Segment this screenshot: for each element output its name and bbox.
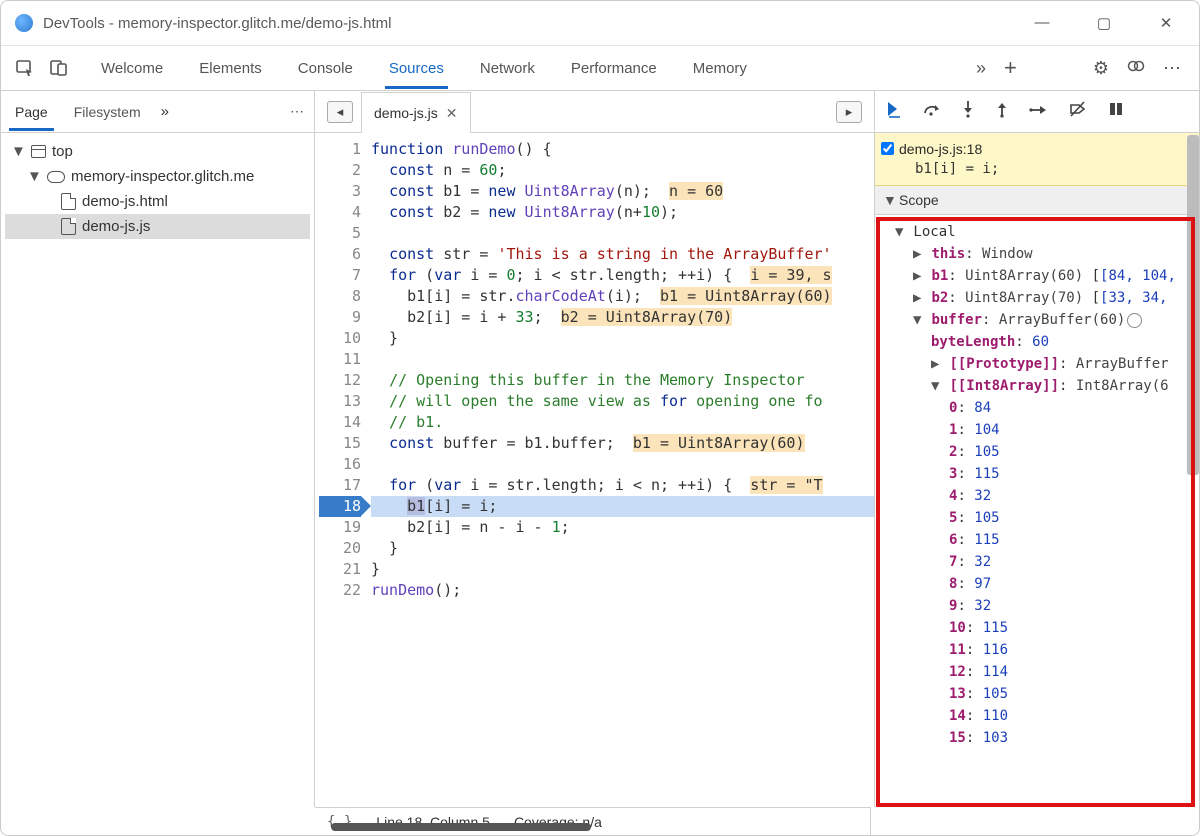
pause-exceptions-button[interactable]: [1107, 100, 1125, 123]
frame-icon: [31, 145, 46, 158]
code-editor[interactable]: function runDemo() { const n = 60; const…: [371, 133, 874, 807]
step-over-button[interactable]: [923, 101, 941, 122]
close-tab-icon[interactable]: ✕: [446, 105, 458, 122]
tree-domain[interactable]: ▼ memory-inspector.glitch.me: [5, 164, 310, 189]
scope-section-header[interactable]: ▼Scope: [875, 186, 1199, 215]
file-icon: [61, 218, 76, 235]
minimize-button[interactable]: —: [1025, 14, 1059, 32]
file-tree: ▼ top ▼ memory-inspector.glitch.me demo-…: [1, 133, 314, 245]
scope-variables[interactable]: ▼ Local▶ this: Window▶ b1: Uint8Array(60…: [875, 215, 1199, 807]
resume-button[interactable]: [885, 100, 903, 123]
more-tabs-icon[interactable]: »: [976, 58, 986, 79]
tab-elements[interactable]: Elements: [195, 48, 266, 89]
tab-performance[interactable]: Performance: [567, 48, 661, 89]
step-into-button[interactable]: [961, 100, 975, 123]
breakpoint-checkbox[interactable]: [881, 142, 894, 155]
step-out-button[interactable]: [995, 100, 1009, 123]
tree-file-html[interactable]: demo-js.html: [5, 189, 310, 214]
tab-memory[interactable]: Memory: [689, 48, 751, 89]
horizontal-scrollbar[interactable]: [331, 823, 591, 831]
breakpoint-entry[interactable]: demo-js.js:18 b1[i] = i;: [875, 133, 1199, 186]
memory-inspector-icon: [1127, 313, 1142, 328]
issues-icon[interactable]: [1127, 57, 1145, 80]
deactivate-breakpoints-button[interactable]: [1069, 100, 1087, 123]
tab-sources[interactable]: Sources: [385, 48, 448, 89]
tab-network[interactable]: Network: [476, 48, 539, 89]
editor-pane: ◂ demo-js.js ✕ ▸ 12345678910111213141516…: [315, 91, 875, 807]
panel-tabs: Welcome Elements Console Sources Network…: [97, 48, 970, 89]
navigator-kebab-icon[interactable]: ⋯: [290, 103, 306, 120]
step-button[interactable]: [1029, 102, 1049, 122]
window-titlebar: DevTools - memory-inspector.glitch.me/de…: [1, 1, 1199, 45]
navigator-tab-page[interactable]: Page: [9, 93, 54, 131]
vertical-scrollbar[interactable]: [1187, 135, 1199, 475]
navigator-more-tabs-icon[interactable]: »: [161, 103, 169, 120]
tree-file-js[interactable]: demo-js.js: [5, 214, 310, 239]
file-icon: [61, 193, 76, 210]
app-icon: [15, 14, 33, 32]
toggle-debugger-button[interactable]: ▸: [836, 101, 862, 123]
sources-panel: Page Filesystem » ⋯ ▼ top ▼ memory-inspe…: [1, 91, 1199, 807]
toggle-navigator-button[interactable]: ◂: [327, 101, 353, 123]
kebab-menu-icon[interactable]: ⋯: [1163, 58, 1183, 79]
cloud-icon: [47, 171, 65, 183]
navigator-pane: Page Filesystem » ⋯ ▼ top ▼ memory-inspe…: [1, 91, 315, 807]
tree-top-frame[interactable]: ▼ top: [5, 139, 310, 164]
debugger-controls: [875, 91, 1199, 133]
settings-icon[interactable]: ⚙: [1093, 58, 1109, 79]
window-title: DevTools - memory-inspector.glitch.me/de…: [43, 15, 1025, 32]
close-button[interactable]: ✕: [1149, 14, 1183, 32]
devtools-toolbar: Welcome Elements Console Sources Network…: [1, 45, 1199, 91]
navigator-tab-filesystem[interactable]: Filesystem: [68, 93, 147, 131]
new-tab-icon[interactable]: +: [1004, 55, 1017, 81]
editor-tab-demo-js[interactable]: demo-js.js ✕: [361, 92, 471, 133]
inspect-icon[interactable]: [11, 54, 39, 82]
maximize-button[interactable]: ▢: [1087, 14, 1121, 32]
device-toggle-icon[interactable]: [45, 54, 73, 82]
window-controls: — ▢ ✕: [1025, 14, 1191, 32]
tab-console[interactable]: Console: [294, 48, 357, 89]
tab-welcome[interactable]: Welcome: [97, 48, 167, 89]
debugger-pane: demo-js.js:18 b1[i] = i; ▼Scope ▼ Local▶…: [875, 91, 1199, 807]
line-gutter[interactable]: 12345678910111213141516171819202122: [315, 133, 371, 807]
